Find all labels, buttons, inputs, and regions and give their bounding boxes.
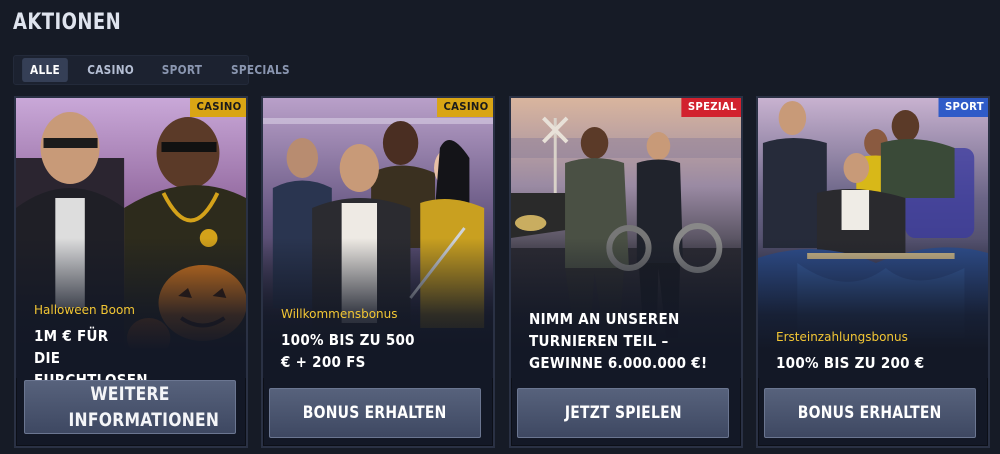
more-info-button[interactable]: WEITERE INFORMATIONEN bbox=[24, 380, 236, 434]
filter-tab-casino[interactable]: CASINO bbox=[79, 58, 142, 82]
category-badge: CASINO bbox=[437, 98, 493, 117]
filter-tab-specials[interactable]: SPECIALS bbox=[223, 58, 298, 82]
promo-card-tournament[interactable]: SPEZIAL NIMM AN UNSEREN TURNIEREN TEIL –… bbox=[509, 96, 743, 448]
filter-tab-alle[interactable]: ALLE bbox=[22, 58, 68, 82]
card-headline: NIMM AN UNSEREN TURNIEREN TEIL – GEWINNE… bbox=[529, 310, 708, 372]
category-badge: CASINO bbox=[190, 98, 246, 117]
filter-tab-sport[interactable]: SPORT bbox=[154, 58, 210, 82]
card-subtitle: Halloween Boom bbox=[34, 303, 135, 317]
card-subtitle: Ersteinzahlungsbonus bbox=[776, 330, 908, 344]
card-headline: 100% BIS ZU 500 € + 200 FS bbox=[281, 331, 415, 371]
category-badge: SPORT bbox=[938, 98, 988, 117]
promo-card-welcome[interactable]: CASINO Willkommensbonus 100% BIS ZU 500 … bbox=[261, 96, 495, 448]
promo-card-halloween[interactable]: CASINO Halloween Boom 1M € FÜR DIE FURCH… bbox=[14, 96, 248, 448]
get-bonus-button[interactable]: BONUS ERHALTEN bbox=[269, 388, 481, 438]
filter-bar: ALLE CASINO SPORT SPECIALS bbox=[13, 55, 290, 85]
get-bonus-button[interactable]: BONUS ERHALTEN bbox=[764, 388, 976, 438]
promo-card-sport[interactable]: SPORT Ersteinzahlungsbonus 100% BIS ZU 2… bbox=[756, 96, 990, 448]
card-subtitle: Willkommensbonus bbox=[281, 307, 398, 321]
play-now-button[interactable]: JETZT SPIELEN bbox=[517, 388, 729, 438]
page-title: AKTIONEN bbox=[13, 10, 122, 35]
card-headline: 100% BIS ZU 200 € bbox=[776, 354, 925, 372]
category-badge: SPEZIAL bbox=[681, 98, 741, 117]
